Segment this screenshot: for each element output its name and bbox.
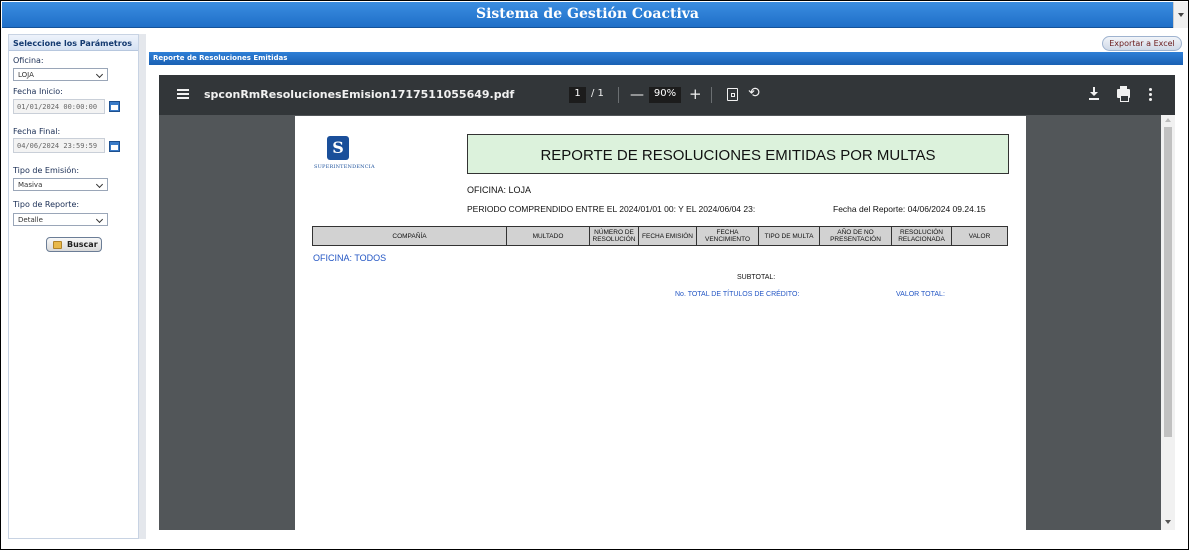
download-icon[interactable]: [1089, 87, 1099, 101]
scroll-up-icon[interactable]: [1165, 118, 1171, 122]
valor-total-label: VALOR TOTAL:: [896, 291, 945, 298]
pdf-filename: spconRmResolucionesEmision1717511055649.…: [204, 88, 515, 101]
column-header: AÑO DE NO PRESENTACIÓN: [820, 227, 892, 245]
fecha-inicio-label: Fecha Inicio:: [13, 87, 63, 96]
print-icon[interactable]: [1117, 86, 1130, 102]
top-scroll-button[interactable]: [1173, 2, 1188, 28]
calendar-icon[interactable]: [109, 141, 120, 152]
report-panel-title: Reporte de Resoluciones Emitidas: [149, 52, 1183, 65]
panel-splitter[interactable]: [139, 34, 146, 539]
chevron-down-icon: [95, 215, 104, 224]
page-number-input[interactable]: 1: [569, 87, 586, 103]
column-header: RESOLUCIÓN RELACIONADA: [892, 227, 952, 245]
chevron-down-icon: [95, 180, 104, 189]
buscar-label: Buscar: [67, 240, 98, 249]
zoom-input[interactable]: 90%: [649, 87, 681, 103]
page-total: / 1: [591, 88, 604, 99]
column-header: MULTADO: [507, 227, 590, 245]
oficina-todos: OFICINA: TODOS: [313, 253, 387, 263]
report-periodo: PERIODO COMPRENDIDO ENTRE EL 2024/01/01 …: [467, 204, 756, 214]
report-table-header: COMPAÑÍA MULTADO NÚMERO DE RESOLUCIÓN FE…: [312, 226, 1008, 246]
app-title: Sistema de Gestión Coactiva: [475, 6, 699, 22]
pdf-toolbar: spconRmResolucionesEmision1717511055649.…: [159, 75, 1175, 115]
column-header: NÚMERO DE RESOLUCIÓN: [590, 227, 639, 245]
oficina-select[interactable]: LOJA: [13, 68, 108, 81]
pdf-page: S SUPERINTENDENCIA REPORTE DE RESOLUCION…: [295, 116, 1026, 530]
buscar-button[interactable]: Buscar: [46, 237, 102, 252]
superintendencia-logo: S SUPERINTENDENCIA: [314, 136, 375, 170]
scroll-down-icon[interactable]: [1165, 520, 1171, 524]
title-bar: Sistema de Gestión Coactiva: [2, 2, 1173, 28]
app-window: Sistema de Gestión Coactiva Seleccione l…: [0, 0, 1189, 550]
fecha-inicio-input[interactable]: 01/01/2024 00:00:00: [13, 99, 105, 114]
more-options-icon[interactable]: [1149, 88, 1152, 102]
export-excel-button[interactable]: Exportar a Excel: [1102, 36, 1182, 51]
zoom-out-button[interactable]: —: [630, 87, 644, 103]
chevron-down-icon: [95, 70, 104, 79]
menu-icon[interactable]: [177, 89, 189, 99]
report-fecha: Fecha del Reporte: 04/06/2024 09.24.15: [833, 204, 986, 214]
tipo-reporte-select-value: Detalle: [18, 216, 43, 224]
fit-page-icon[interactable]: [727, 88, 738, 101]
column-header: TIPO DE MULTA: [759, 227, 820, 245]
oficina-label: Oficina:: [13, 56, 44, 65]
calendar-icon[interactable]: [109, 101, 120, 112]
tipo-emision-label: Tipo de Emisión:: [13, 166, 80, 175]
report-title: REPORTE DE RESOLUCIONES EMITIDAS POR MUL…: [540, 147, 936, 164]
fecha-final-label: Fecha Final:: [13, 127, 61, 136]
pdf-scrollbar[interactable]: [1161, 115, 1175, 530]
tipo-reporte-select[interactable]: Detalle: [13, 213, 108, 226]
report-oficina: OFICINA: LOJA: [467, 185, 532, 195]
tipo-emision-select-value: Masiva: [18, 181, 43, 189]
fecha-final-input[interactable]: 04/06/2024 23:59:59: [13, 138, 105, 153]
oficina-select-value: LOJA: [18, 71, 34, 79]
toolbar-divider: [711, 87, 712, 103]
column-header: FECHA EMISIÓN: [639, 227, 697, 245]
column-header: FECHA VENCIMIENTO: [697, 227, 759, 245]
report-title-box: REPORTE DE RESOLUCIONES EMITIDAS POR MUL…: [467, 134, 1009, 174]
zoom-in-button[interactable]: +: [689, 85, 702, 103]
parameters-header: Seleccione los Parámetros: [9, 35, 138, 51]
subtotal-label: SUBTOTAL:: [737, 274, 776, 281]
chevron-down-icon: [1178, 13, 1184, 17]
column-header: VALOR: [968, 232, 991, 240]
column-header: COMPAÑÍA: [313, 227, 507, 245]
total-titulos-label: No. TOTAL DE TÍTULOS DE CRÉDITO:: [675, 291, 800, 298]
tipo-emision-select[interactable]: Masiva: [13, 178, 108, 191]
rotate-icon[interactable]: ⟲: [748, 85, 760, 101]
tipo-reporte-label: Tipo de Reporte:: [13, 200, 80, 209]
parameters-panel: Seleccione los Parámetros Oficina: LOJA …: [8, 34, 139, 539]
toolbar-divider: [618, 87, 619, 103]
search-icon: [53, 241, 62, 249]
scrollbar-thumb[interactable]: [1164, 127, 1172, 437]
